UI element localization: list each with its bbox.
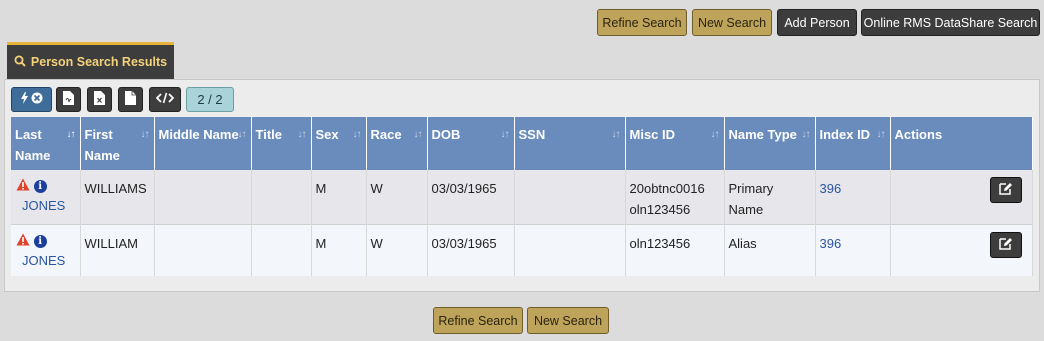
online-rms-datashare-search-button[interactable]: Online RMS DataShare Search — [861, 9, 1040, 36]
cell-misc-id: oln123456 — [625, 224, 725, 276]
export-pdf-button[interactable] — [56, 87, 81, 112]
column-header-race[interactable]: Race ↓↑ — [366, 117, 428, 170]
cell-index-id: 396 — [815, 224, 891, 276]
table-row: i JONES WILLIAMS M W 03/03/1965 20obtnc0… — [11, 170, 1033, 225]
export-code-button[interactable] — [149, 87, 181, 112]
tab-label: Person Search Results — [30, 55, 168, 69]
column-header-ssn[interactable]: SSN ↓↑ — [514, 117, 626, 170]
refine-search-button[interactable]: Refine Search — [597, 9, 687, 36]
page-indicator: 2 / 2 — [186, 87, 234, 112]
sort-icon: ↓↑ — [237, 129, 247, 140]
sort-icon: ↓↑ — [611, 129, 621, 140]
cell-race: W — [366, 224, 428, 276]
cell-ssn — [514, 170, 626, 225]
tab-person-search-results[interactable]: Person Search Results — [7, 42, 174, 79]
cell-title — [251, 170, 312, 225]
cell-name-type: Primary Name — [724, 170, 816, 225]
cell-dob: 03/03/1965 — [427, 224, 515, 276]
sort-icon: ↓↑ — [500, 129, 510, 140]
table-row: i JONES WILLIAM M W 03/03/1965 oln123456… — [11, 224, 1033, 276]
column-header-middle-name[interactable]: Middle Name ↓↑ — [154, 117, 252, 170]
cell-actions — [890, 224, 1033, 276]
index-id-link[interactable]: 396 — [820, 181, 842, 196]
cell-actions — [890, 170, 1033, 225]
edit-button[interactable] — [989, 177, 1022, 203]
export-file-button[interactable] — [118, 87, 143, 112]
edit-icon — [998, 180, 1013, 201]
code-icon — [155, 92, 175, 107]
bolt-clear-icon — [18, 91, 46, 108]
sort-icon: ↓↑ — [140, 129, 150, 140]
new-search-button[interactable]: New Search — [692, 9, 772, 36]
pdf-icon — [63, 91, 74, 108]
excel-icon — [94, 91, 105, 108]
edit-icon — [998, 235, 1013, 256]
cell-misc-id: 20obtnc0016 oln123456 — [625, 170, 725, 225]
search-icon — [14, 55, 26, 70]
cell-title — [251, 224, 312, 276]
column-header-sex[interactable]: Sex ↓↑ — [311, 117, 367, 170]
column-header-actions: Actions — [890, 117, 1033, 170]
cell-name-type: Alias — [724, 224, 816, 276]
cell-last-name: i JONES — [11, 170, 81, 225]
column-header-last-name[interactable]: Last Name ↓↑ — [11, 117, 81, 170]
cell-sex: M — [311, 224, 367, 276]
cell-race: W — [366, 170, 428, 225]
export-excel-button[interactable] — [87, 87, 112, 112]
column-header-first-name[interactable]: First Name ↓↑ — [80, 117, 155, 170]
column-header-dob[interactable]: DOB ↓↑ — [427, 117, 515, 170]
info-icon[interactable]: i — [33, 235, 47, 249]
info-icon[interactable]: i — [33, 180, 47, 194]
sort-icon: ↓↑ — [352, 129, 362, 140]
sort-icon: ↓↑ — [801, 129, 811, 140]
cell-middle-name — [154, 170, 252, 225]
file-icon — [125, 91, 136, 108]
clear-filters-button[interactable] — [11, 87, 52, 112]
column-header-misc-id[interactable]: Misc ID ↓↑ — [625, 117, 725, 170]
cell-ssn — [514, 224, 626, 276]
sort-asc-icon: ↓↑ — [66, 129, 76, 140]
cell-first-name: WILLIAM — [80, 224, 155, 276]
sort-icon: ↓↑ — [876, 129, 886, 140]
cell-last-name: i JONES — [11, 224, 81, 276]
column-header-title[interactable]: Title ↓↑ — [251, 117, 312, 170]
sort-icon: ↓↑ — [710, 129, 720, 140]
cell-sex: M — [311, 170, 367, 225]
refine-search-button-bottom[interactable]: Refine Search — [433, 307, 523, 334]
new-search-button-bottom[interactable]: New Search — [527, 307, 609, 334]
warning-icon[interactable] — [16, 178, 30, 195]
column-header-index-id[interactable]: Index ID ↓↑ — [815, 117, 891, 170]
column-header-name-type[interactable]: Name Type ↓↑ — [724, 117, 816, 170]
results-table: Last Name ↓↑ First Name ↓↑ Middle Name ↓↑ T… — [11, 117, 1033, 276]
last-name-link[interactable]: JONES — [22, 198, 65, 213]
edit-button[interactable] — [989, 232, 1022, 258]
warning-icon[interactable] — [16, 233, 30, 250]
sort-icon: ↓↑ — [413, 129, 423, 140]
index-id-link[interactable]: 396 — [820, 236, 842, 251]
cell-middle-name — [154, 224, 252, 276]
add-person-button[interactable]: Add Person — [777, 9, 857, 36]
cell-index-id: 396 — [815, 170, 891, 225]
cell-dob: 03/03/1965 — [427, 170, 515, 225]
sort-icon: ↓↑ — [297, 129, 307, 140]
last-name-link[interactable]: JONES — [22, 253, 65, 268]
cell-first-name: WILLIAMS — [80, 170, 155, 225]
